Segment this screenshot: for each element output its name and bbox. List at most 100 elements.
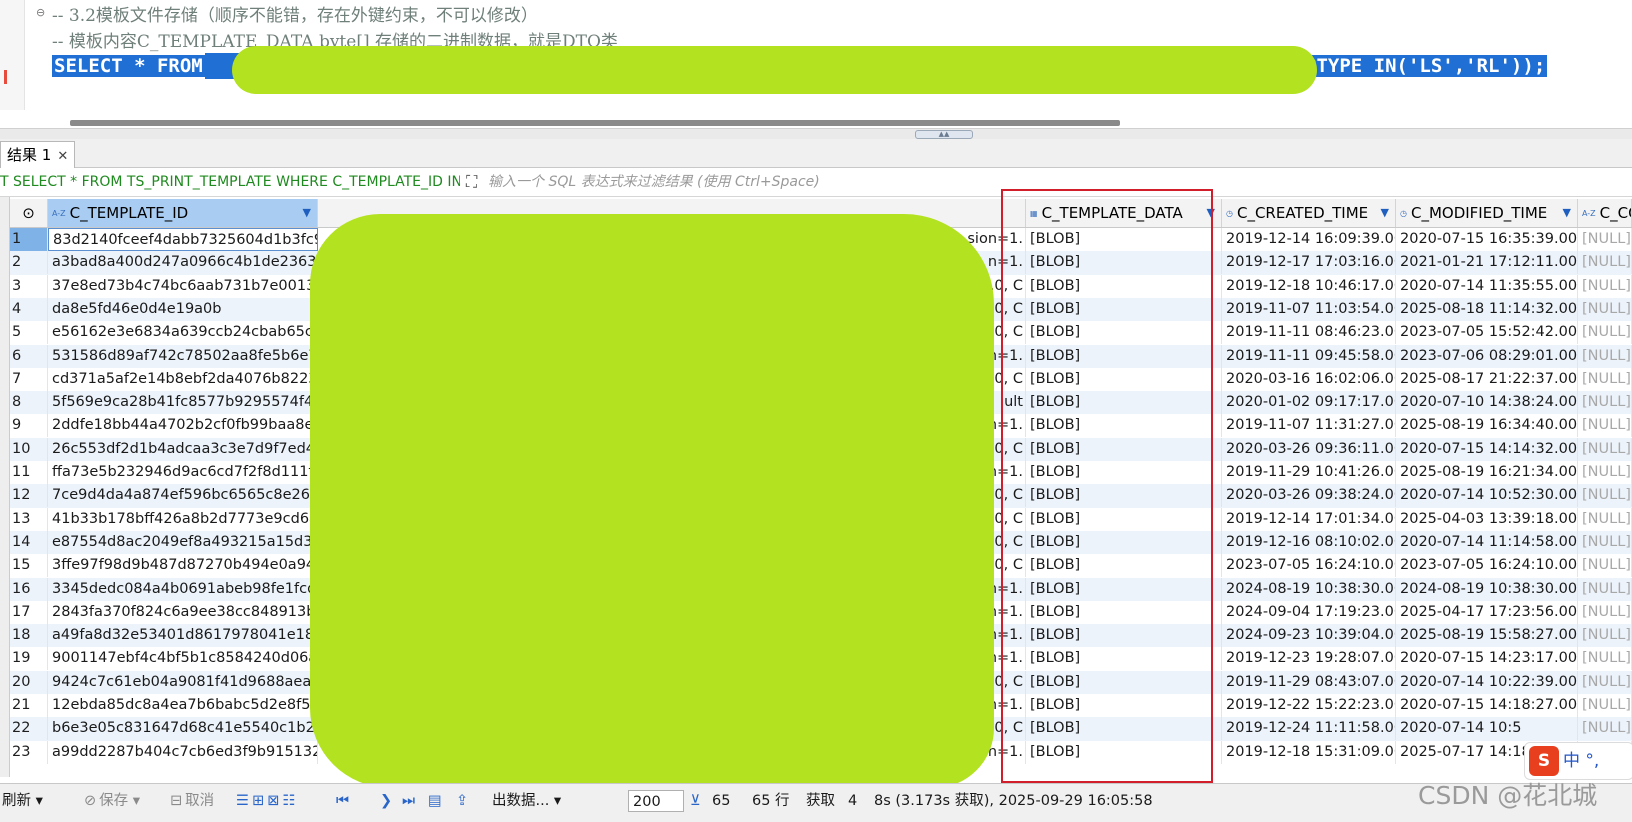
cell-template-data[interactable]: [BLOB] <box>1026 507 1222 531</box>
cell-created-time[interactable]: 2019-12-16 08:10:02.000 <box>1222 530 1396 554</box>
cell-modified-time[interactable]: 2024-08-19 10:38:30.000 <box>1396 577 1578 601</box>
cell-created-time[interactable]: 2020-03-26 09:38:24.000 <box>1222 484 1396 508</box>
cell-modified-time[interactable]: 2020-07-15 16:35:39.000 <box>1396 228 1578 251</box>
export-icon[interactable]: ⇪ <box>456 784 471 818</box>
cell-created-time[interactable]: 2023-07-05 16:24:10.000 <box>1222 554 1396 578</box>
cell-modified-time[interactable]: 2020-07-14 11:35:55.000 <box>1396 274 1578 298</box>
cell-created-time[interactable]: 2019-11-07 11:31:27.000 <box>1222 414 1396 438</box>
splitter-grip-icon[interactable]: ▲▲ <box>915 130 973 139</box>
cell-template-id[interactable]: 9424c7c61eb04a9081f41d9688aeaac7 <box>48 670 318 694</box>
cell-template-id[interactable]: ffa73e5b232946d9ac6cd7f2f8d111f8 <box>48 461 318 484</box>
cell-created-time[interactable]: 2024-09-23 10:39:04.000 <box>1222 624 1396 648</box>
cell-modified-time[interactable]: 2020-07-15 14:18:27.000 <box>1396 694 1578 717</box>
cell-modified-time[interactable]: 2021-01-21 17:12:11.000 <box>1396 251 1578 275</box>
row-number[interactable]: 3 <box>10 274 48 298</box>
ime-punctuation[interactable]: °, <box>1585 751 1599 771</box>
column-header-created-time[interactable]: ◷ C_CREATED_TIME ▼ <box>1222 199 1396 227</box>
cell-null[interactable]: [NULL] <box>1578 484 1632 508</box>
refresh-button[interactable]: 刷新 ▾ <box>2 784 43 818</box>
row-number[interactable]: 2 <box>10 251 48 275</box>
cell-null[interactable]: [NULL] <box>1578 344 1632 368</box>
cell-template-data[interactable]: [BLOB] <box>1026 461 1222 484</box>
row-number[interactable]: 4 <box>10 297 48 321</box>
cell-modified-time[interactable]: 2023-07-06 08:29:01.000 <box>1396 344 1578 368</box>
cell-modified-time[interactable]: 2020-07-10 14:38:24.000 <box>1396 391 1578 415</box>
cell-modified-time[interactable]: 2020-07-14 11:14:58.000 <box>1396 530 1578 554</box>
cell-template-data[interactable]: [BLOB] <box>1026 530 1222 554</box>
row-number[interactable]: 17 <box>10 600 48 624</box>
cell-modified-time[interactable]: 2025-08-18 11:14:32.000 <box>1396 297 1578 321</box>
column-header-template-data[interactable]: ▦ C_TEMPLATE_DATA ▼ <box>1026 199 1222 227</box>
fetch-all-icon[interactable]: ⊻ <box>690 784 704 818</box>
cell-null[interactable]: [NULL] <box>1578 414 1632 438</box>
cell-template-id[interactable]: 7ce9d4da4a874ef596bc6565c8e266f4 <box>48 484 318 508</box>
row-number[interactable]: 7 <box>10 367 48 391</box>
cell-modified-time[interactable]: 2025-08-19 16:34:40.000 <box>1396 414 1578 438</box>
cell-modified-time[interactable]: 2023-07-05 15:52:42.000 <box>1396 321 1578 345</box>
column-header-next[interactable]: A-ZC_CO <box>1578 199 1632 227</box>
cell-modified-time[interactable]: 2025-04-17 17:23:56.000 <box>1396 600 1578 624</box>
row-number[interactable]: 20 <box>10 670 48 694</box>
cell-modified-time[interactable]: 2025-08-19 15:58:27.000 <box>1396 624 1578 648</box>
cell-null[interactable]: [NULL] <box>1578 251 1632 275</box>
sort-icon[interactable]: ▼ <box>1563 199 1571 227</box>
cell-template-id[interactable]: 41b33b178bff426a8b2d7773e9cd6a1d <box>48 507 318 531</box>
cell-template-data[interactable]: [BLOB] <box>1026 694 1222 717</box>
cell-modified-time[interactable]: 2020-07-15 14:14:32.000 <box>1396 437 1578 461</box>
next-page-icon[interactable]: ❯ <box>380 784 395 818</box>
cell-template-data[interactable]: [BLOB] <box>1026 437 1222 461</box>
cell-template-id[interactable]: 37e8ed73b4c74bc6aab731b7e001324 <box>48 274 318 298</box>
cell-template-data[interactable]: [BLOB] <box>1026 554 1222 578</box>
row-number[interactable]: 14 <box>10 530 48 554</box>
cell-modified-time[interactable]: 2020-07-14 10:22:39.000 <box>1396 670 1578 694</box>
cell-template-data[interactable]: [BLOB] <box>1026 228 1222 251</box>
cell-null[interactable]: [NULL] <box>1578 717 1632 741</box>
cell-template-data[interactable]: [BLOB] <box>1026 624 1222 648</box>
cell-template-data[interactable]: [BLOB] <box>1026 321 1222 345</box>
cell-created-time[interactable]: 2019-11-07 11:03:54.000 <box>1222 297 1396 321</box>
cell-template-data[interactable]: [BLOB] <box>1026 484 1222 508</box>
row-number[interactable]: 13 <box>10 507 48 531</box>
cell-null[interactable]: [NULL] <box>1578 507 1632 531</box>
cell-created-time[interactable]: 2019-12-17 17:03:16.000 <box>1222 251 1396 275</box>
cancel-button[interactable]: ⊟ 取消 <box>170 784 214 818</box>
row-number[interactable]: 11 <box>10 461 48 484</box>
fold-toggle-icon[interactable]: ⊖ <box>36 6 45 19</box>
editor-horizontal-scrollbar[interactable] <box>70 120 1120 126</box>
cell-template-data[interactable]: [BLOB] <box>1026 647 1222 671</box>
cell-template-id[interactable]: 9001147ebf4c4bf5b1c8584240d06a62 <box>48 647 318 671</box>
cell-created-time[interactable]: 2019-12-22 15:22:23.000 <box>1222 694 1396 717</box>
export-data-button[interactable]: 出数据... ▾ <box>492 784 561 818</box>
cell-template-id[interactable]: a99dd2287b404c7cb6ed3f9b9151324a <box>48 740 318 764</box>
ime-mode[interactable]: 中 <box>1563 751 1580 771</box>
cell-template-id[interactable]: e56162e3e6834a639ccb24cbab65cb09 <box>48 321 318 345</box>
cell-created-time[interactable]: 2019-12-18 10:46:17.000 <box>1222 274 1396 298</box>
cell-created-time[interactable]: 2019-12-14 16:09:39.000 <box>1222 228 1396 251</box>
save-button[interactable]: ⊘ 保存 ▾ <box>84 784 140 818</box>
cell-null[interactable]: [NULL] <box>1578 600 1632 624</box>
cell-null[interactable]: [NULL] <box>1578 647 1632 671</box>
sort-icon[interactable]: ▼ <box>1207 199 1215 227</box>
cell-null[interactable]: [NULL] <box>1578 228 1632 251</box>
expand-icon[interactable]: ⛶ <box>466 168 477 196</box>
cell-template-id[interactable]: 3345dedc084a4b0691abeb98fe1fcdd5 <box>48 577 318 601</box>
cell-template-data[interactable]: [BLOB] <box>1026 367 1222 391</box>
fetch-size-input[interactable]: 200 <box>628 790 684 812</box>
cell-template-id[interactable]: 3ffe97f98d9b487d87270b494e0a94f3 <box>48 554 318 578</box>
cell-template-id[interactable]: a49fa8d32e53401d8617978041e18359 <box>48 624 318 648</box>
row-number[interactable]: 8 <box>10 391 48 415</box>
cell-created-time[interactable]: 2019-11-29 08:43:07.000 <box>1222 670 1396 694</box>
cell-created-time[interactable]: 2019-11-29 10:41:26.000 <box>1222 461 1396 484</box>
cell-created-time[interactable]: 2020-01-02 09:17:17.000 <box>1222 391 1396 415</box>
cell-template-id[interactable]: cd371a5af2e14b8ebf2da4076b8223dd <box>48 367 318 391</box>
cell-created-time[interactable]: 2020-03-16 16:02:06.000 <box>1222 367 1396 391</box>
column-header-modified-time[interactable]: ◷ C_MODIFIED_TIME ▼ <box>1396 199 1578 227</box>
row-number[interactable]: 6 <box>10 344 48 368</box>
cell-created-time[interactable]: 2019-11-11 08:46:23.000 <box>1222 321 1396 345</box>
toolbar-icons[interactable]: ☰ ⊞ ⊠ ☷ <box>236 784 298 818</box>
cell-template-data[interactable]: [BLOB] <box>1026 251 1222 275</box>
cell-modified-time[interactable]: 2020-07-14 10:5 <box>1396 717 1578 741</box>
cell-null[interactable]: [NULL] <box>1578 670 1632 694</box>
cell-null[interactable]: [NULL] <box>1578 461 1632 484</box>
row-number[interactable]: 18 <box>10 624 48 648</box>
